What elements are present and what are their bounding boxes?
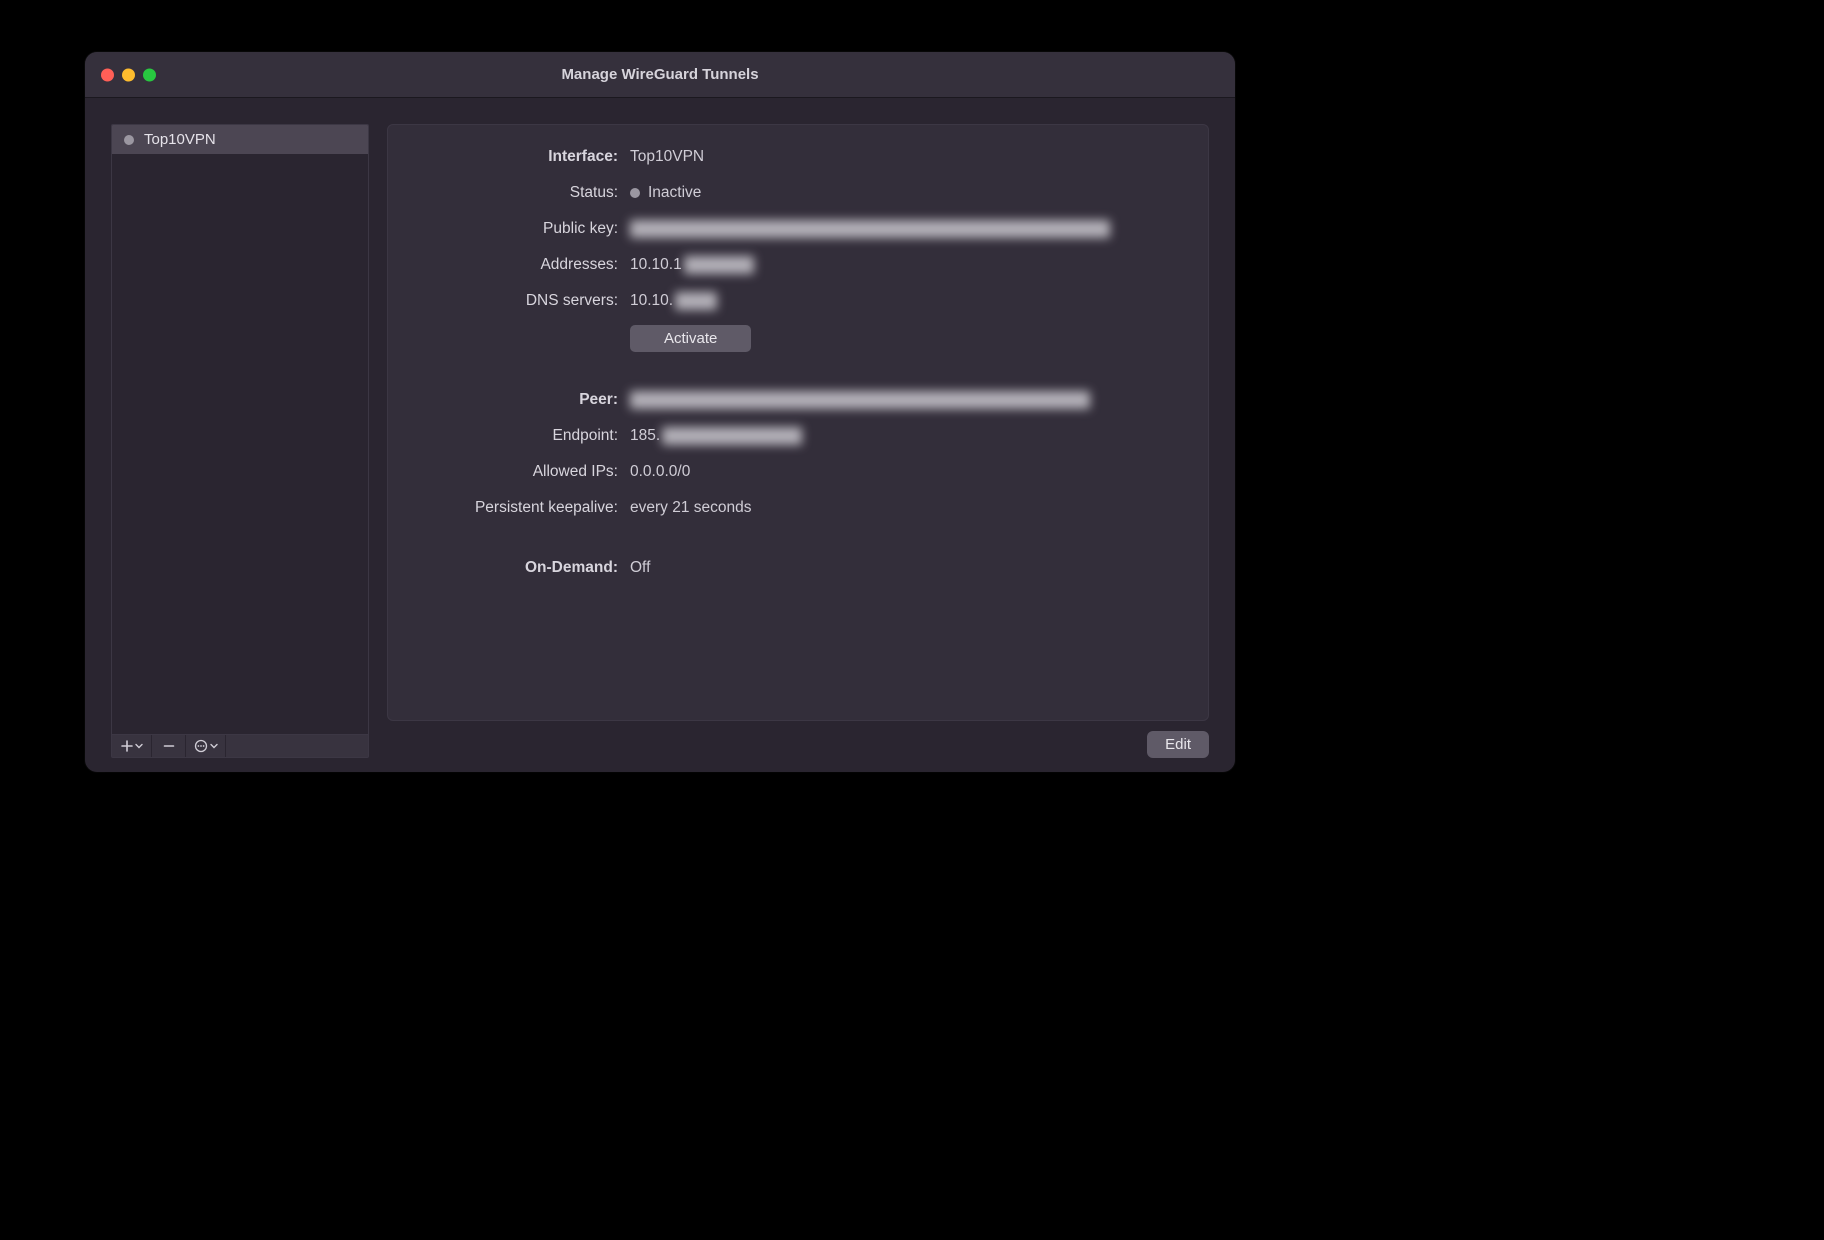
keepalive-value: every 21 seconds (630, 499, 752, 517)
traffic-lights (101, 68, 156, 81)
tunnel-item[interactable]: Top10VPN (112, 125, 368, 154)
status-text: Inactive (648, 184, 701, 202)
addresses-label: Addresses: (412, 256, 630, 274)
redacted-value (662, 427, 802, 445)
minus-icon (163, 740, 175, 752)
tunnel-list[interactable]: Top10VPN (111, 124, 369, 734)
row-status: Status: Inactive (412, 181, 1184, 205)
detail-panel: Interface: Top10VPN Status: Inactive Pub… (387, 124, 1209, 721)
window-body: Top10VPN (85, 98, 1235, 772)
row-peer: Peer: (412, 388, 1184, 412)
addresses-prefix: 10.10.1 (630, 256, 682, 274)
allowed-ips-label: Allowed IPs: (412, 463, 630, 481)
minimize-icon[interactable] (122, 68, 135, 81)
app-window: Manage WireGuard Tunnels Top10VPN (85, 52, 1235, 772)
plus-icon (121, 740, 133, 752)
redacted-value (684, 256, 754, 274)
redacted-value (630, 391, 1090, 409)
publickey-value (630, 220, 1110, 238)
detail-footer: Edit (387, 721, 1209, 758)
ondemand-label: On-Demand: (412, 559, 630, 577)
peer-value (630, 391, 1090, 409)
interface-value: Top10VPN (630, 148, 704, 166)
status-dot-icon (630, 188, 640, 198)
status-dot-icon (124, 135, 134, 145)
endpoint-prefix: 185. (630, 427, 660, 445)
row-keepalive: Persistent keepalive: every 21 seconds (412, 496, 1184, 520)
dns-label: DNS servers: (412, 292, 630, 310)
dns-prefix: 10.10. (630, 292, 673, 310)
row-dns: DNS servers: 10.10. (412, 289, 1184, 313)
tunnel-item-label: Top10VPN (144, 131, 216, 148)
chevron-down-icon (210, 742, 218, 750)
status-label: Status: (412, 184, 630, 202)
edit-button[interactable]: Edit (1147, 731, 1209, 758)
close-icon[interactable] (101, 68, 114, 81)
row-addresses: Addresses: 10.10.1 (412, 253, 1184, 277)
chevron-down-icon (135, 742, 143, 750)
ondemand-value: Off (630, 559, 650, 577)
status-value: Inactive (630, 184, 701, 202)
detail-wrap: Interface: Top10VPN Status: Inactive Pub… (387, 124, 1209, 758)
activate-button[interactable]: Activate (630, 325, 751, 352)
row-interface: Interface: Top10VPN (412, 145, 1184, 169)
ellipsis-circle-icon (194, 739, 208, 753)
row-allowed-ips: Allowed IPs: 0.0.0.0/0 (412, 460, 1184, 484)
row-endpoint: Endpoint: 185. (412, 424, 1184, 448)
row-activate: . Activate (412, 325, 1184, 352)
peer-label: Peer: (412, 391, 630, 409)
endpoint-value: 185. (630, 427, 802, 445)
sidebar-toolbar (111, 734, 369, 758)
allowed-ips-value: 0.0.0.0/0 (630, 463, 690, 481)
addresses-value: 10.10.1 (630, 256, 754, 274)
redacted-value (675, 292, 717, 310)
redacted-value (630, 220, 1110, 238)
sidebar: Top10VPN (111, 124, 369, 758)
endpoint-label: Endpoint: (412, 427, 630, 445)
interface-label: Interface: (412, 148, 630, 166)
dns-value: 10.10. (630, 292, 717, 310)
row-ondemand: On-Demand: Off (412, 556, 1184, 580)
window-title: Manage WireGuard Tunnels (85, 66, 1235, 83)
publickey-label: Public key: (412, 220, 630, 238)
add-tunnel-button[interactable] (112, 735, 152, 757)
maximize-icon[interactable] (143, 68, 156, 81)
row-publickey: Public key: (412, 217, 1184, 241)
titlebar[interactable]: Manage WireGuard Tunnels (85, 52, 1235, 98)
keepalive-label: Persistent keepalive: (412, 499, 630, 517)
remove-tunnel-button[interactable] (152, 735, 186, 757)
actions-menu-button[interactable] (186, 735, 226, 757)
